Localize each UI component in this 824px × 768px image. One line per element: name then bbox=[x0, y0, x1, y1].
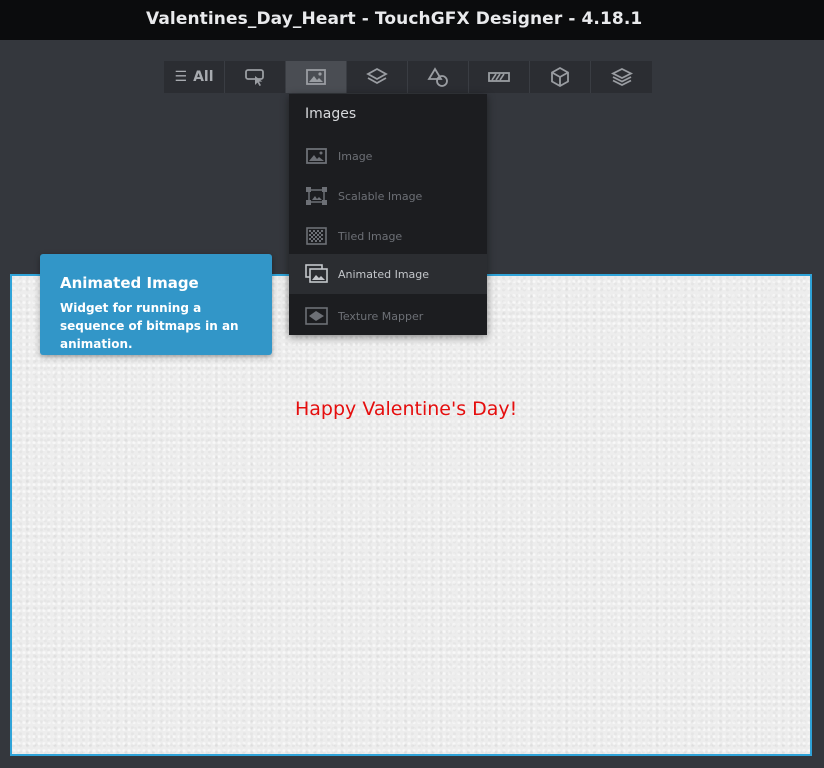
scalable-image-icon bbox=[305, 186, 329, 206]
window-title: Valentines_Day_Heart - TouchGFX Designer… bbox=[146, 9, 643, 29]
menu-item-label: Scalable Image bbox=[338, 189, 423, 203]
menu-item-label: Image bbox=[338, 149, 373, 163]
category-all-button[interactable]: ☰ All bbox=[164, 61, 225, 93]
touch-button-icon bbox=[245, 69, 264, 86]
menu-item-animated-image[interactable]: Animated Image bbox=[289, 254, 487, 294]
category-containers-button[interactable] bbox=[347, 61, 408, 93]
menu-item-label: Tiled Image bbox=[338, 229, 403, 243]
category-images-button[interactable] bbox=[286, 61, 347, 93]
image-icon bbox=[305, 146, 329, 166]
category-progress-button[interactable] bbox=[469, 61, 530, 93]
menu-item-label: Texture Mapper bbox=[338, 309, 424, 323]
stack-icon bbox=[610, 67, 633, 87]
texture-mapper-icon bbox=[305, 306, 329, 326]
progress-indicator-icon bbox=[488, 72, 510, 82]
3d-cube-icon bbox=[551, 66, 569, 88]
hamburger-menu-icon: ☰ bbox=[174, 69, 188, 85]
widget-tooltip: Animated Image Widget for running a sequ… bbox=[40, 254, 272, 355]
title-bar: Valentines_Day_Heart - TouchGFX Designer… bbox=[0, 0, 824, 40]
menu-item-tiled-image[interactable]: Tiled Image bbox=[289, 216, 487, 256]
menu-header: Images bbox=[305, 106, 357, 122]
tooltip-title: Animated Image bbox=[60, 274, 199, 292]
menu-item-texture-mapper[interactable]: Texture Mapper bbox=[289, 296, 487, 336]
layers-icon bbox=[366, 67, 388, 85]
category-shapes-button[interactable] bbox=[408, 61, 469, 93]
widget-category-toolbar: ☰ All bbox=[164, 61, 652, 93]
greeting-text[interactable]: Happy Valentine's Day! bbox=[295, 398, 517, 420]
menu-item-image[interactable]: Image bbox=[289, 136, 487, 176]
shapes-icon bbox=[427, 67, 448, 87]
menu-item-scalable-image[interactable]: Scalable Image bbox=[289, 176, 487, 216]
image-icon bbox=[306, 69, 326, 85]
animated-image-icon bbox=[305, 264, 329, 284]
menu-item-label: Animated Image bbox=[338, 267, 430, 281]
tiled-image-icon bbox=[305, 226, 329, 246]
tooltip-description: Widget for running a sequence of bitmaps… bbox=[60, 301, 239, 351]
category-misc-button[interactable] bbox=[591, 61, 652, 93]
category-all-label: All bbox=[193, 69, 214, 85]
category-buttons-button[interactable] bbox=[225, 61, 286, 93]
images-dropdown-menu: Images Image Scalable Image Tiled Image … bbox=[289, 94, 487, 335]
category-3d-button[interactable] bbox=[530, 61, 591, 93]
